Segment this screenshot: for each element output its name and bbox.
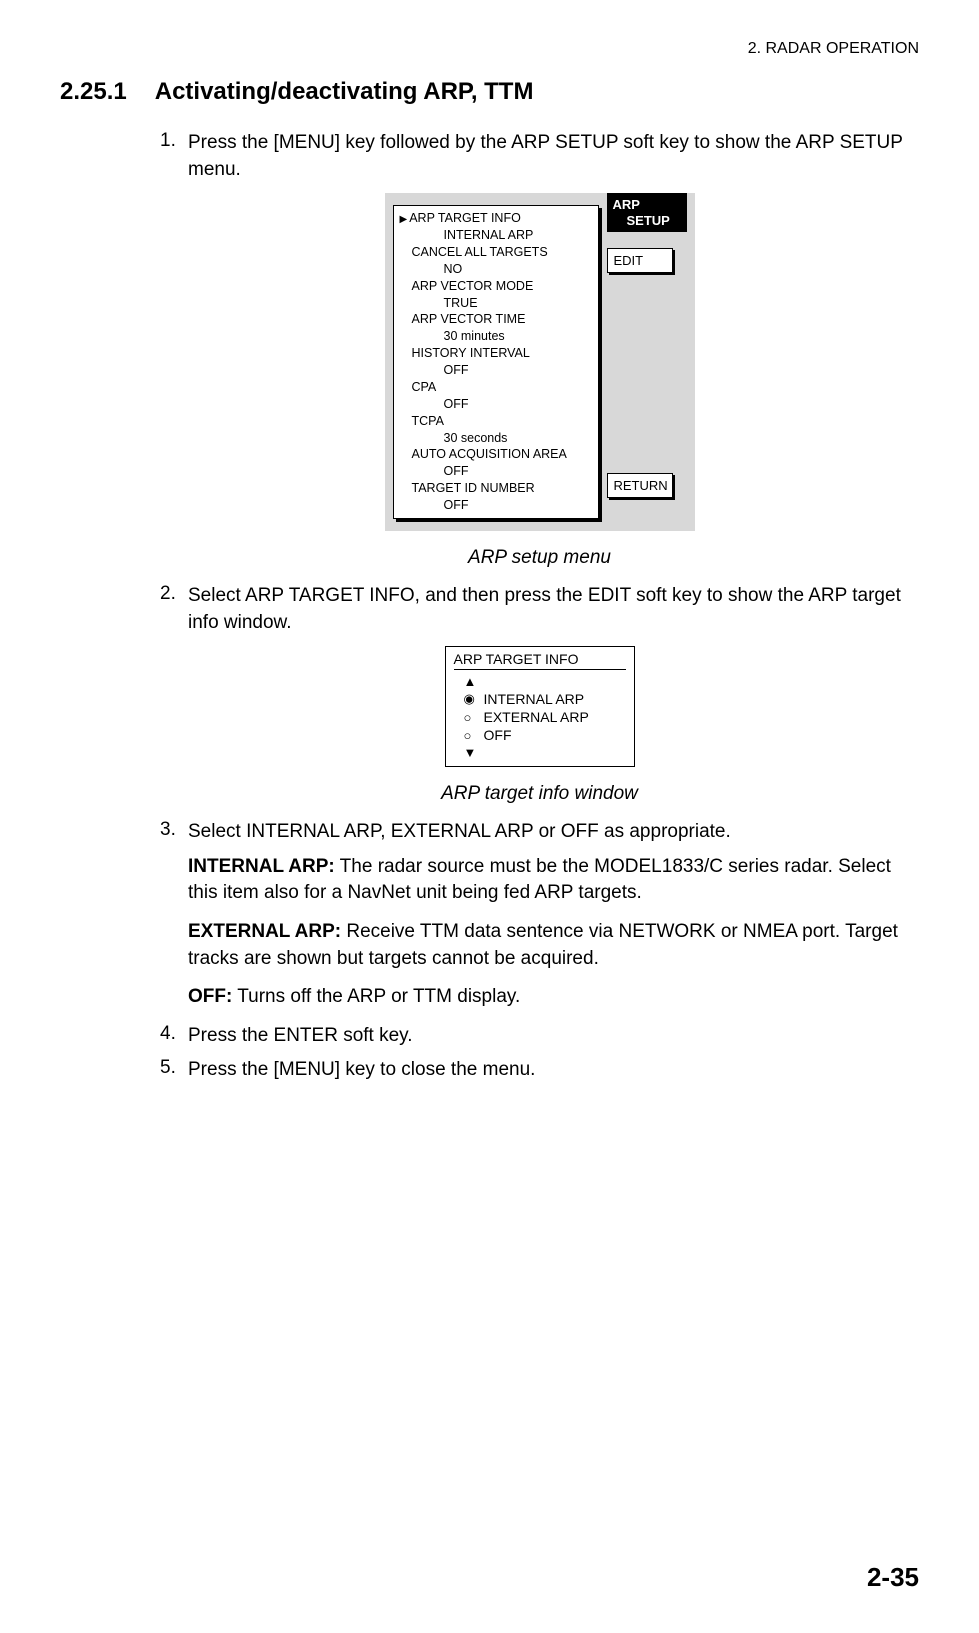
menu-value: OFF <box>400 396 592 413</box>
target-info-title: ARP TARGET INFO <box>454 651 626 670</box>
softkey-title-line2: SETUP <box>613 213 681 229</box>
menu-screen: ARP TARGET INFO INTERNAL ARP CANCEL ALL … <box>385 193 695 531</box>
description-off: OFF: Turns off the ARP or TTM display. <box>188 984 919 1011</box>
softkey-column: ARP SETUP EDIT RETURN <box>607 193 687 531</box>
step-number: 3. <box>160 819 188 846</box>
menu-value: OFF <box>400 497 592 514</box>
figure-caption: ARP setup menu <box>160 547 919 569</box>
step-text: Press the ENTER soft key. <box>188 1023 413 1050</box>
desc-body: Turns off the ARP or TTM display. <box>232 986 520 1007</box>
step-number: 4. <box>160 1023 188 1050</box>
desc-head: OFF: <box>188 986 232 1007</box>
softkey-title: ARP SETUP <box>607 193 687 232</box>
menu-item: TARGET ID NUMBER <box>400 480 592 497</box>
option-label: OFF <box>484 727 512 743</box>
step-4: 4. Press the ENTER soft key. <box>160 1023 919 1050</box>
softkey-return: RETURN <box>607 473 673 498</box>
menu-item: ARP VECTOR MODE <box>400 278 592 295</box>
step-text: Select INTERNAL ARP, EXTERNAL ARP or OFF… <box>188 819 731 846</box>
menu-value: 30 seconds <box>400 430 592 447</box>
menu-value: TRUE <box>400 295 592 312</box>
step-number: 5. <box>160 1057 188 1084</box>
menu-item: HISTORY INTERVAL <box>400 345 592 362</box>
arp-setup-menu-figure: ARP TARGET INFO INTERNAL ARP CANCEL ALL … <box>160 193 919 569</box>
step-number: 2. <box>160 583 188 636</box>
step-text: Press the [MENU] key followed by the ARP… <box>188 130 919 183</box>
step-text: Press the [MENU] key to close the menu. <box>188 1057 535 1084</box>
desc-head: INTERNAL ARP: <box>188 856 335 877</box>
step-2: 2. Select ARP TARGET INFO, and then pres… <box>160 583 919 636</box>
step-3: 3. Select INTERNAL ARP, EXTERNAL ARP or … <box>160 819 919 846</box>
target-info-window: ARP TARGET INFO ▲ ◉ INTERNAL ARP ○ EXTER… <box>445 646 635 767</box>
menu-item: ARP VECTOR TIME <box>400 311 592 328</box>
section-heading: 2.25.1 Activating/deactivating ARP, TTM <box>60 78 919 106</box>
menu-item: TCPA <box>400 413 592 430</box>
radio-unselected-icon: ○ <box>464 710 484 725</box>
menu-item: CPA <box>400 379 592 396</box>
menu-value: 30 minutes <box>400 328 592 345</box>
menu-value: OFF <box>400 362 592 379</box>
softkey-title-line1: ARP <box>613 197 681 213</box>
option-row: ○ EXTERNAL ARP <box>464 709 626 725</box>
option-label: INTERNAL ARP <box>484 691 585 707</box>
menu-item: AUTO ACQUISITION AREA <box>400 446 592 463</box>
chapter-header: 2. RADAR OPERATION <box>60 40 919 58</box>
option-row: ○ OFF <box>464 727 626 743</box>
menu-item: ARP TARGET INFO <box>400 210 592 227</box>
softkey-edit: EDIT <box>607 248 673 273</box>
desc-head: EXTERNAL ARP: <box>188 921 341 942</box>
radio-unselected-icon: ○ <box>464 728 484 743</box>
arp-target-info-figure: ARP TARGET INFO ▲ ◉ INTERNAL ARP ○ EXTER… <box>160 646 919 805</box>
page-number: 2-35 <box>867 1562 919 1593</box>
step-1: 1. Press the [MENU] key followed by the … <box>160 130 919 183</box>
section-number: 2.25.1 <box>60 78 127 106</box>
menu-value: NO <box>400 261 592 278</box>
menu-list: ARP TARGET INFO INTERNAL ARP CANCEL ALL … <box>393 205 599 519</box>
down-arrow-icon: ▼ <box>464 745 626 760</box>
menu-value: INTERNAL ARP <box>400 227 592 244</box>
option-row: ◉ INTERNAL ARP <box>464 691 626 707</box>
step-5: 5. Press the [MENU] key to close the men… <box>160 1057 919 1084</box>
description-external: EXTERNAL ARP: Receive TTM data sentence … <box>188 919 919 972</box>
section-title: Activating/deactivating ARP, TTM <box>155 78 534 106</box>
description-internal: INTERNAL ARP: The radar source must be t… <box>188 854 919 907</box>
radio-selected-icon: ◉ <box>464 691 484 707</box>
up-arrow-icon: ▲ <box>464 674 626 689</box>
step-number: 1. <box>160 130 188 183</box>
step-text: Select ARP TARGET INFO, and then press t… <box>188 583 919 636</box>
figure-caption: ARP target info window <box>160 783 919 805</box>
option-label: EXTERNAL ARP <box>484 709 589 725</box>
menu-item: CANCEL ALL TARGETS <box>400 244 592 261</box>
menu-value: OFF <box>400 463 592 480</box>
